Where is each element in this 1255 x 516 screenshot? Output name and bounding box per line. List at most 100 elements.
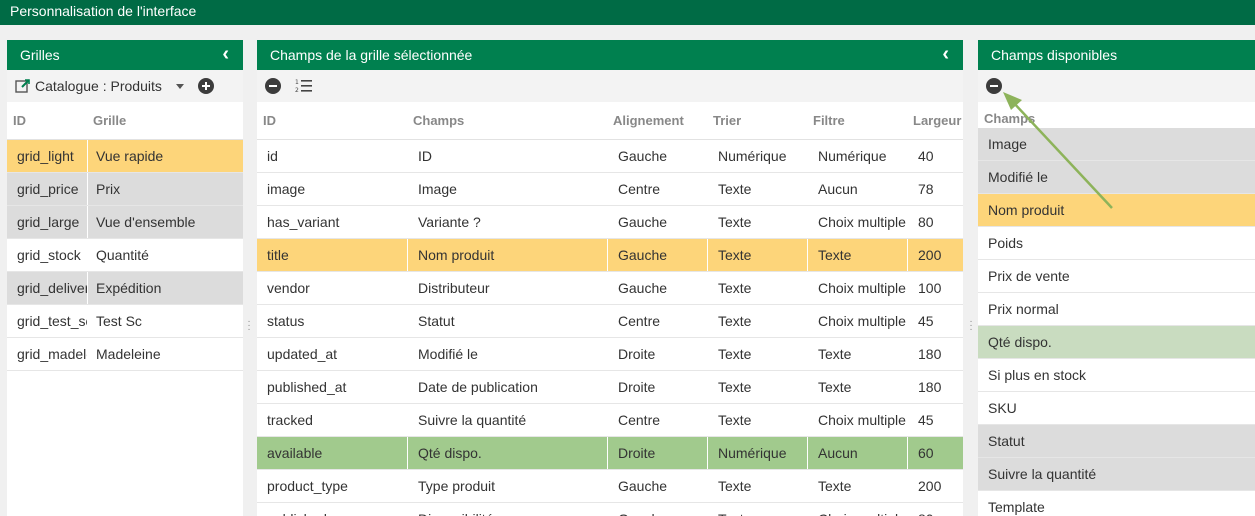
field-filtre-cell: Texte [807, 470, 907, 502]
list-item[interactable]: Template [978, 491, 1255, 516]
grilles-header-id[interactable]: ID [7, 102, 87, 139]
field-largeur-cell: 78 [907, 173, 963, 205]
field-alignement-cell: Gauche [607, 470, 707, 502]
table-row[interactable]: tracked Suivre la quantité Centre Texte Choi… [257, 404, 963, 437]
table-row[interactable]: id ID Gauche Numérique Numérique 40 [257, 140, 963, 173]
table-row[interactable]: vendor Distributeur Gauche Texte Choix multi… [257, 272, 963, 305]
available-field-label: SKU [988, 400, 1017, 416]
grid-id-cell: grid_delivery [17, 280, 87, 296]
champs-header-id[interactable]: ID [257, 102, 407, 139]
field-id-cell: available [267, 445, 323, 461]
splitter-handle-left[interactable]: · · · [246, 317, 252, 335]
field-filtre-cell: Choix multiple [807, 206, 907, 238]
field-id-cell: product_type [267, 478, 348, 494]
grid-selector[interactable]: Catalogue : Produits [35, 78, 184, 94]
chevron-left-icon[interactable]: ‹ [222, 43, 229, 66]
field-alignement-cell: Gauche [607, 206, 707, 238]
table-row[interactable]: grid_test_sc Test Sc [7, 305, 243, 338]
minus-circle-icon[interactable] [986, 78, 1002, 94]
table-row[interactable]: grid_light Vue rapide [7, 140, 243, 173]
field-id-cell: title [267, 247, 289, 263]
list-item[interactable]: SKU [978, 392, 1255, 425]
champs-toolbar: 12 [257, 70, 963, 102]
list-item[interactable]: Suivre la quantité [978, 458, 1255, 491]
available-field-label: Si plus en stock [988, 367, 1087, 383]
champs-table-body: id ID Gauche Numérique Numérique 40 image Image… [257, 140, 963, 516]
field-largeur-cell: 180 [907, 338, 963, 370]
splitter-handle-right[interactable]: · · · [968, 317, 974, 335]
field-alignement-cell: Centre [607, 173, 707, 205]
field-alignement-cell: Gauche [607, 503, 707, 516]
grid-name-cell: Vue d'ensemble [87, 206, 237, 238]
table-row[interactable]: available Qté dispo. Droite Numérique Aucun 6… [257, 437, 963, 470]
table-row[interactable]: grid_price Prix [7, 173, 243, 206]
grid-name-cell: Vue rapide [87, 140, 237, 172]
table-row[interactable]: has_variant Variante ? Gauche Texte Choix mu… [257, 206, 963, 239]
field-filtre-cell: Texte [807, 239, 907, 271]
ordered-list-icon[interactable]: 12 [295, 78, 313, 94]
chevron-left-icon[interactable]: ‹ [942, 43, 949, 66]
table-row[interactable]: status Statut Centre Texte Choix multiple 45 [257, 305, 963, 338]
field-champs-cell: Modifié le [407, 338, 607, 370]
available-field-label: Template [988, 499, 1045, 515]
table-row[interactable]: publishedDisponibilitéGaucheTexteChoix m… [257, 503, 963, 516]
champs-panel-header: Champs de la grille sélectionnée ‹ [257, 40, 963, 70]
field-champs-cell: Type produit [407, 470, 607, 502]
available-field-label: Prix de vente [988, 268, 1070, 284]
table-row[interactable]: grid_deliveryExpédition [7, 272, 243, 305]
field-id-cell: tracked [267, 412, 313, 428]
field-largeur-cell: 80 [907, 206, 963, 238]
field-alignement-cell: Droite [607, 338, 707, 370]
table-row[interactable]: image Image Centre Texte Aucun 78 [257, 173, 963, 206]
field-trier-cell: Numérique [707, 140, 807, 172]
list-item[interactable]: Prix de vente [978, 260, 1255, 293]
available-field-label: Nom produit [988, 202, 1065, 218]
field-largeur-cell: 100 [907, 272, 963, 304]
field-champs-cell: ID [407, 140, 607, 172]
field-champs-cell: Qté dispo. [407, 437, 607, 469]
champs-header-largeur[interactable]: Largeur [907, 102, 963, 139]
list-item[interactable]: Statut [978, 425, 1255, 458]
table-row[interactable]: title Nom produit Gauche Texte Texte 200 [257, 239, 963, 272]
field-champs-cell: Image [407, 173, 607, 205]
grid-name-cell: Madeleine [87, 338, 237, 370]
list-item[interactable]: Prix normal [978, 293, 1255, 326]
champs-header-alignement[interactable]: Alignement [607, 102, 707, 139]
field-id-cell: published [257, 503, 407, 516]
list-item[interactable]: Image [978, 128, 1255, 161]
field-alignement-cell: Gauche [607, 239, 707, 271]
field-champs-cell: Variante ? [407, 206, 607, 238]
list-item[interactable]: Modifié le [978, 161, 1255, 194]
field-alignement-cell: Gauche [607, 140, 707, 172]
field-largeur-cell: 45 [907, 305, 963, 337]
field-id-cell: status [267, 313, 305, 329]
table-row[interactable]: grid_madeleineMadeleine [7, 338, 243, 371]
plus-circle-icon[interactable] [197, 78, 214, 94]
available-field-label: Modifié le [988, 169, 1048, 185]
champs-header-trier[interactable]: Trier [707, 102, 807, 139]
grid-id-cell: grid_price [17, 181, 79, 197]
field-trier-cell: Texte [707, 404, 807, 436]
list-item[interactable]: Si plus en stock [978, 359, 1255, 392]
field-champs-cell: Nom produit [407, 239, 607, 271]
field-alignement-cell: Centre [607, 404, 707, 436]
grilles-panel-title: Grilles [20, 47, 60, 63]
grilles-header-grille[interactable]: Grille [87, 102, 237, 139]
champs-header-champs[interactable]: Champs [407, 102, 607, 139]
list-item[interactable]: Poids [978, 227, 1255, 260]
champs-header-filtre[interactable]: Filtre [807, 102, 907, 139]
field-largeur-cell: 45 [907, 404, 963, 436]
grilles-toolbar: Catalogue : Produits [7, 70, 243, 102]
table-row[interactable]: product_type Type produit Gauche Texte Texte… [257, 470, 963, 503]
table-row[interactable]: grid_large Vue d'ensemble [7, 206, 243, 239]
edit-external-icon[interactable] [15, 78, 31, 94]
list-item[interactable]: Nom produit [978, 194, 1255, 227]
field-filtre-cell: Aucun [807, 437, 907, 469]
table-row[interactable]: published_at Date de publication Droite Tex… [257, 371, 963, 404]
minus-circle-icon[interactable] [265, 78, 281, 94]
field-id-cell: image [267, 181, 306, 197]
table-row[interactable]: grid_stock Quantité [7, 239, 243, 272]
available-field-label: Prix normal [988, 301, 1059, 317]
list-item[interactable]: Qté dispo. [978, 326, 1255, 359]
table-row[interactable]: updated_at Modifié le Droite Texte Texte 180 [257, 338, 963, 371]
